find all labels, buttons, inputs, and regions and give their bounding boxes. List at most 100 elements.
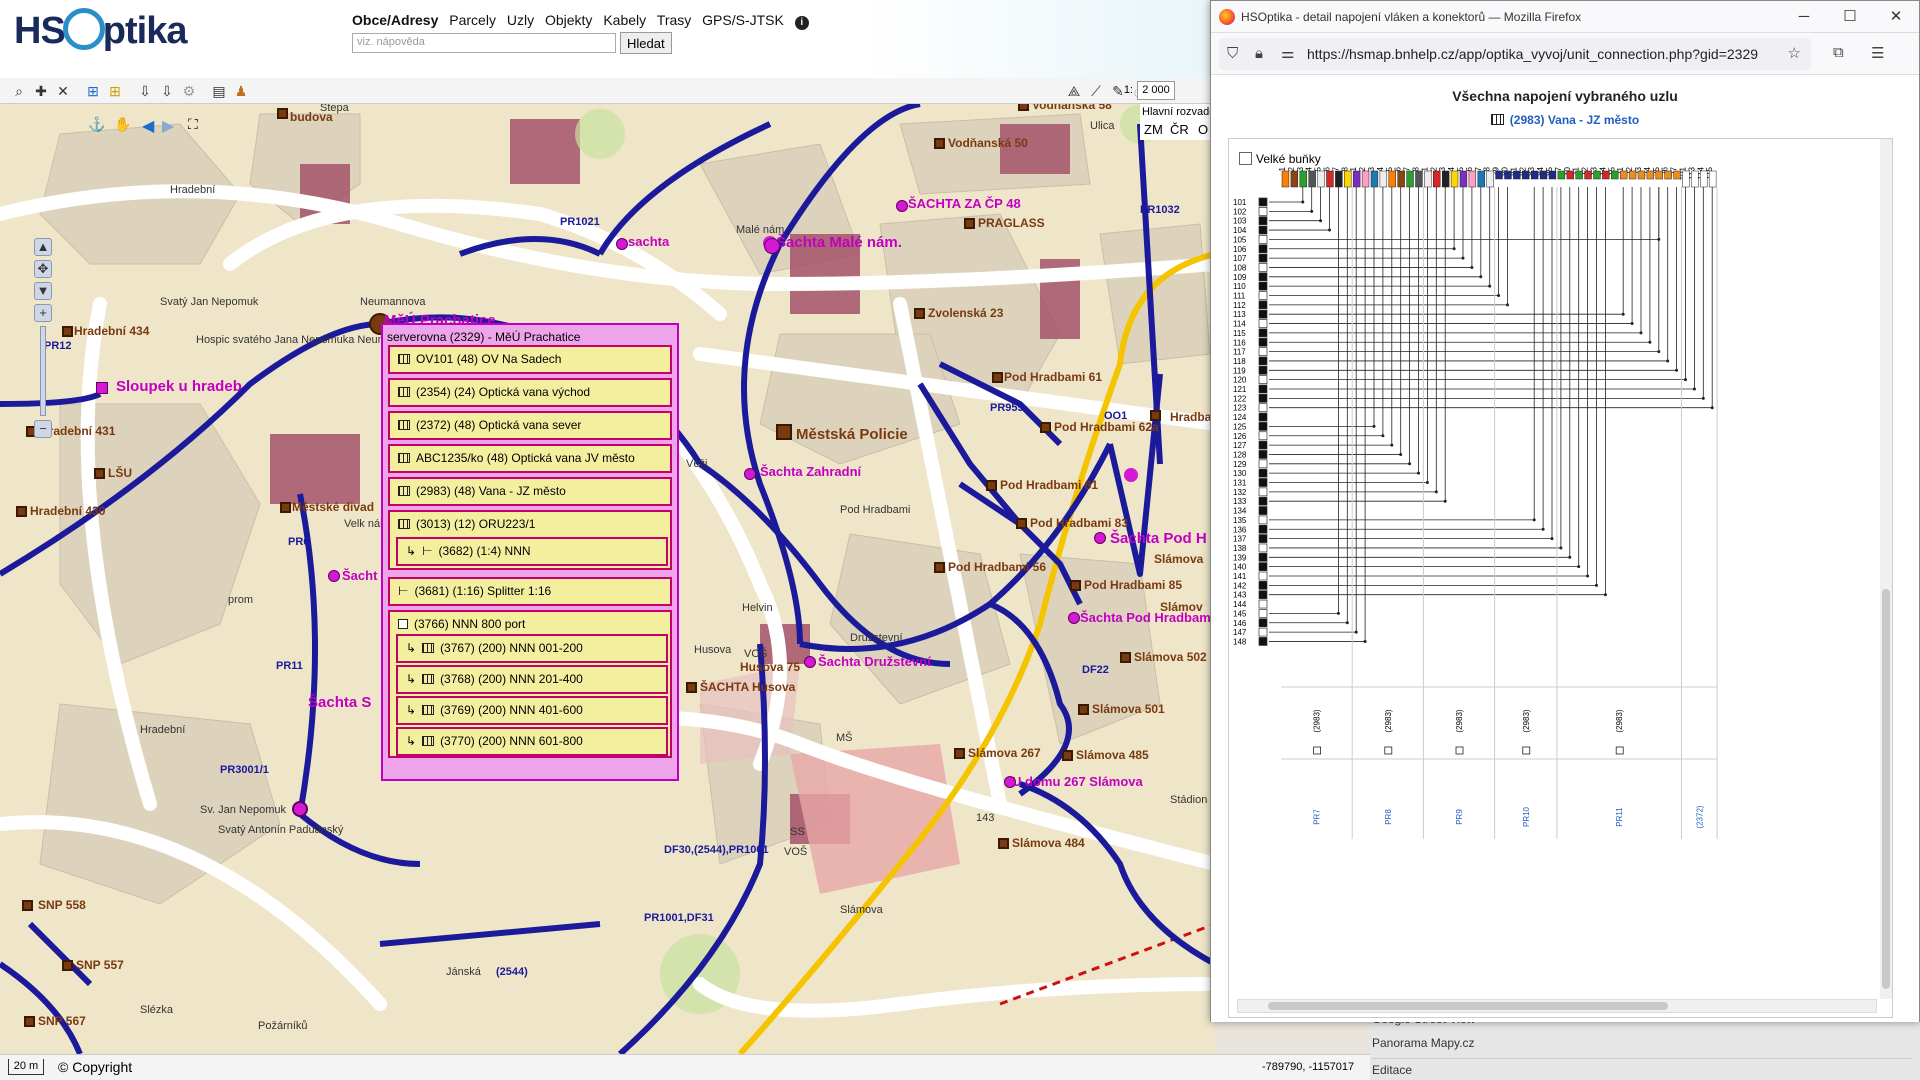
map-label[interactable]: SNP 567: [38, 1014, 86, 1028]
map-label[interactable]: Sloupek u hradeb: [116, 378, 242, 395]
node-marker[interactable]: [1040, 422, 1051, 433]
map-label[interactable]: Vodňanská 50: [948, 136, 1028, 150]
nav-objekty[interactable]: Objekty: [545, 12, 592, 28]
window-titlebar[interactable]: HSOptika - detail napojení vláken a kone…: [1211, 1, 1919, 33]
zoom-out-icon[interactable]: −: [34, 420, 52, 438]
manhole-marker[interactable]: [804, 656, 816, 668]
node-marker[interactable]: [998, 838, 1009, 849]
popup-row[interactable]: ↳ (3768) (200) NNN 201-400: [396, 665, 668, 694]
scale-select[interactable]: 2 000: [1137, 81, 1175, 100]
map-label[interactable]: Slámova 502: [1134, 650, 1207, 664]
node-marker[interactable]: [1018, 104, 1029, 111]
map-canvas[interactable]: budova Hradební 434 Hradební 431 Hradebn…: [0, 104, 1215, 1054]
popup-row[interactable]: ↳ ⊢ (3682) (1:4) NNN: [396, 537, 668, 566]
vertical-scrollbar[interactable]: [1880, 139, 1892, 999]
editace-link[interactable]: Editace: [1372, 1058, 1912, 1077]
popup-row[interactable]: ⊢ (3681) (1:16) Splitter 1:16: [388, 577, 672, 606]
map-label[interactable]: Pod Hradbami 85: [1084, 578, 1182, 592]
info-icon[interactable]: i: [794, 16, 809, 30]
node-marker[interactable]: [992, 372, 1003, 383]
map-label[interactable]: Slámova 501: [1092, 702, 1165, 716]
forward-icon[interactable]: ▶: [162, 116, 174, 136]
map-label[interactable]: Šacht: [342, 568, 377, 583]
map-label[interactable]: U domu 267 Slámova: [1012, 774, 1143, 789]
manhole-marker[interactable]: [96, 382, 108, 394]
node-marker[interactable]: [1016, 518, 1027, 529]
manhole-marker[interactable]: [328, 570, 340, 582]
map-label[interactable]: Slámova 485: [1076, 748, 1149, 762]
map-label[interactable]: Slámova 484: [1012, 836, 1085, 850]
node-marker[interactable]: [24, 1016, 35, 1027]
map-label[interactable]: sachta: [628, 234, 669, 249]
popup-row[interactable]: (2372) (48) Optická vana sever: [388, 411, 672, 440]
copyright[interactable]: © Copyright: [58, 1059, 132, 1075]
settings-icon[interactable]: ⚙: [180, 82, 198, 100]
map-label[interactable]: Šachta Malé nám.: [776, 234, 902, 251]
popup-row[interactable]: ABC1235/ko (48) Optická vana JV město: [388, 444, 672, 473]
pan-up-icon[interactable]: ▲: [34, 238, 52, 256]
nav-kabely[interactable]: Kabely: [603, 12, 646, 28]
node-marker[interactable]: [22, 900, 33, 911]
export-icon[interactable]: ⇩: [158, 82, 176, 100]
document-icon[interactable]: ▤: [210, 82, 228, 100]
node-marker[interactable]: [94, 468, 105, 479]
map-label[interactable]: Hradební 434: [74, 324, 149, 338]
minimize-icon[interactable]: ─: [1781, 1, 1827, 33]
zoom-slider[interactable]: [40, 326, 46, 416]
layer-cr[interactable]: ČR: [1170, 122, 1189, 137]
permissions-icon[interactable]: ⚌: [1281, 38, 1294, 70]
menu-icon[interactable]: ☰: [1871, 44, 1884, 62]
map-label[interactable]: Pod Hradbami 81: [1000, 478, 1098, 492]
nav-obce-adresy[interactable]: Obce/Adresy: [352, 12, 438, 28]
layer-zm[interactable]: ZM: [1144, 122, 1163, 137]
delete-icon[interactable]: ✕: [54, 82, 72, 100]
node-marker[interactable]: [16, 506, 27, 517]
map-label[interactable]: Městská Policie: [796, 426, 908, 443]
lock-icon[interactable]: 🔒︎: [1255, 38, 1263, 70]
map-label[interactable]: Šachta S: [308, 694, 371, 711]
node-marker[interactable]: [934, 562, 945, 573]
add-object-icon[interactable]: ⊞: [106, 82, 124, 100]
add-node-icon[interactable]: ⊞: [84, 82, 102, 100]
map-label[interactable]: Hradební 430: [30, 504, 105, 518]
extensions-icon[interactable]: ⧉: [1833, 44, 1844, 61]
measure-icon[interactable]: ⟁: [1065, 82, 1083, 100]
search-button[interactable]: Hledat: [620, 32, 672, 54]
node-marker[interactable]: [686, 682, 697, 693]
hsoptika-logo[interactable]: HS ptika: [14, 7, 187, 54]
node-marker[interactable]: [280, 502, 291, 513]
node-marker[interactable]: [1150, 410, 1161, 421]
horizontal-scrollbar[interactable]: [1237, 999, 1877, 1013]
pin-icon[interactable]: ⚓: [88, 116, 105, 133]
pan-icon[interactable]: ✥: [34, 260, 52, 278]
map-label[interactable]: Pod Hradbami 61: [1004, 370, 1102, 384]
import-icon[interactable]: ⇩: [136, 82, 154, 100]
nav-uzly[interactable]: Uzly: [507, 12, 534, 28]
nav-trasy[interactable]: Trasy: [657, 12, 691, 28]
manhole-marker[interactable]: [616, 238, 628, 250]
url-bar[interactable]: ⛉ 🔒︎ ⚌ https://hsmap.bnhelp.cz/app/optik…: [1219, 38, 1811, 70]
map-label[interactable]: Šachta Pod H: [1110, 530, 1207, 547]
zoom-box-icon[interactable]: ⌕: [10, 82, 28, 100]
nav-gps[interactable]: GPS/S-JTSK: [702, 12, 784, 28]
map-label[interactable]: Městské divad: [292, 500, 374, 514]
map-label[interactable]: Pod Hradbami 62a: [1054, 420, 1159, 434]
node-marker[interactable]: [277, 108, 288, 119]
pan-down-icon[interactable]: ▼: [34, 282, 52, 300]
nav-parcely[interactable]: Parcely: [449, 12, 496, 28]
node-marker[interactable]: [62, 960, 73, 971]
page-subtitle[interactable]: (2983) Vana - JZ město: [1211, 113, 1919, 127]
bookmark-star-icon[interactable]: ☆: [1788, 38, 1801, 70]
popup-row[interactable]: OV101 (48) OV Na Sadech: [388, 345, 672, 374]
scroll-thumb[interactable]: [1882, 589, 1890, 989]
maximize-icon[interactable]: ☐: [1827, 1, 1873, 33]
node-marker[interactable]: [1062, 750, 1073, 761]
popup-row[interactable]: ↳ (3767) (200) NNN 001-200: [396, 634, 668, 663]
map-label[interactable]: Šachta Zahradní: [760, 464, 861, 479]
user-icon[interactable]: ♟: [232, 82, 250, 100]
node-marker[interactable]: [964, 218, 975, 229]
manhole-marker[interactable]: [744, 468, 756, 480]
map-label[interactable]: Pod Hradbami 56: [948, 560, 1046, 574]
search-input[interactable]: viz. nápověda: [352, 33, 616, 53]
node-marker[interactable]: [954, 748, 965, 759]
